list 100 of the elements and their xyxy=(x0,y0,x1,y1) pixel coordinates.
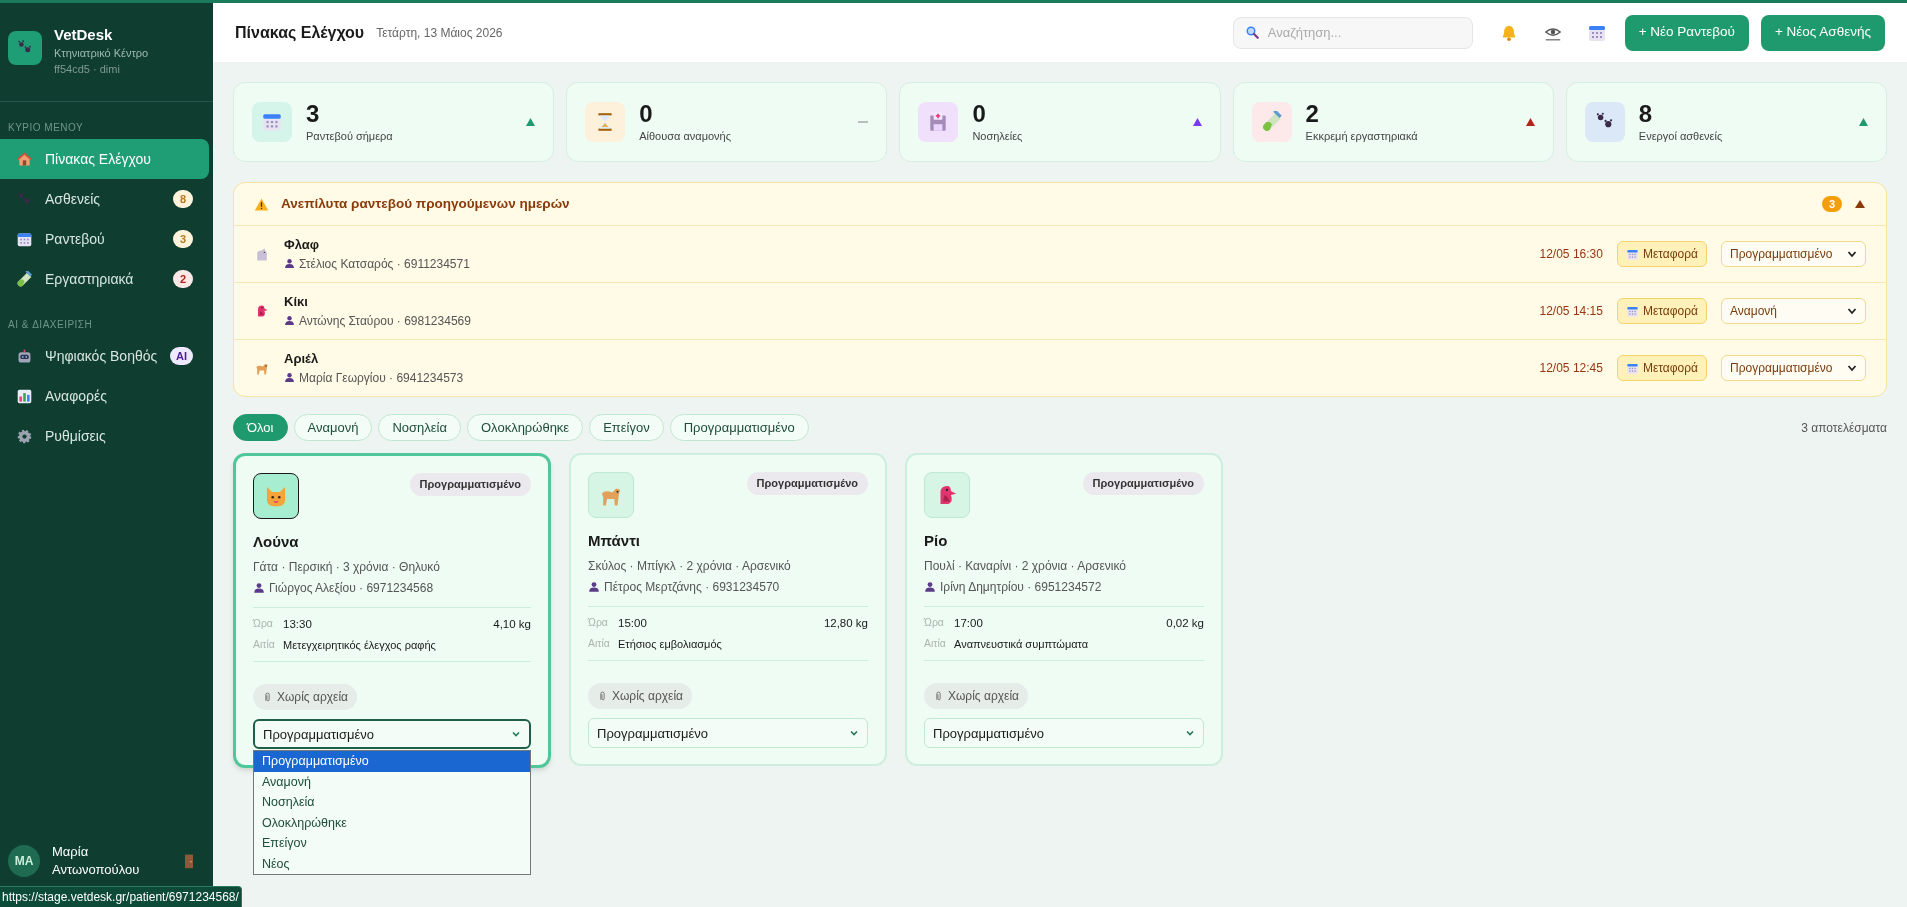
stat-label: Ραντεβού σήμερα xyxy=(306,128,394,144)
user-name: Μαρία Αντωνοπούλου xyxy=(52,843,141,879)
app-subtitle: Κτηνιατρικό Κέντρο xyxy=(54,46,149,61)
stat-value: 2 xyxy=(1305,99,1320,128)
filter-chip[interactable]: Νοσηλεία xyxy=(378,414,461,441)
status-select[interactable]: Προγραμματισμένο xyxy=(924,718,1204,749)
calendar-icon xyxy=(1625,304,1639,318)
dropdown-option[interactable]: Νοσηλεία xyxy=(254,792,530,813)
alert-title: Ανεπίλυτα ραντεβού προηγούμενων ημερών xyxy=(281,194,571,213)
filter-chip[interactable]: Αναμονή xyxy=(293,414,373,441)
calendar-icon xyxy=(1625,247,1639,261)
person-icon xyxy=(284,258,295,270)
date-text: Τετάρτη, 13 Μάιος 2026 xyxy=(376,24,503,42)
status-select[interactable]: Προγραμματισμένο xyxy=(1721,241,1866,267)
field-label: Ώρα xyxy=(253,616,274,632)
primary-button[interactable]: + Νέος Ασθενής xyxy=(1760,14,1885,51)
chevron-icon xyxy=(1847,306,1857,316)
search-field[interactable]: Αναζήτηση... xyxy=(1232,16,1473,49)
nav-item[interactable]: Ψηφιακός Βοηθός AI xyxy=(0,336,209,376)
patient-name: Ρίο xyxy=(924,531,949,551)
field-label: Αιτία xyxy=(588,636,611,652)
nav-item[interactable]: Εργαστηριακά 2 xyxy=(0,259,209,299)
count-badge: 8 xyxy=(173,190,193,208)
stat-value: 0 xyxy=(972,99,987,128)
files-chip: Χωρίς αρχεία xyxy=(924,683,1028,710)
status-url: https://stage.vetdesk.gr/patient/6971234568/ xyxy=(0,886,242,907)
filter-chip[interactable]: Προγραμματισμένο xyxy=(669,414,809,441)
field-label: Αιτία xyxy=(253,637,276,653)
build-info: ff54cd5 · dimi xyxy=(54,62,121,77)
status-select[interactable]: Προγραμματισμένο xyxy=(253,719,531,750)
nav-item[interactable]: Ραντεβού 3 xyxy=(0,219,209,259)
time-text: 12/05 16:30 xyxy=(1539,246,1603,263)
status-select[interactable]: Αναμονή xyxy=(1721,298,1866,324)
house-icon xyxy=(16,150,33,168)
collapse-button[interactable] xyxy=(1854,200,1866,208)
move-button[interactable]: Μεταφορά xyxy=(1616,298,1707,324)
reason-text: Ετήσιος εμβολιασμός xyxy=(618,636,723,652)
nav-item[interactable]: Αναφορές xyxy=(0,376,209,416)
filter-chip[interactable]: Επείγον xyxy=(589,414,664,441)
primary-button[interactable]: + Νέο Ραντεβού xyxy=(1624,14,1749,51)
move-button[interactable]: Μεταφορά xyxy=(1616,355,1707,381)
filter-chip[interactable]: Ολοκληρώθηκε xyxy=(467,414,584,441)
bar-chart-icon xyxy=(16,387,33,405)
files-chip: Χωρίς αρχεία xyxy=(588,683,692,710)
stat-label: Αίθουσα αναμονής xyxy=(639,128,733,144)
person-icon xyxy=(588,580,600,593)
stat-label: Εκκρεμή εργαστηριακά xyxy=(1305,128,1419,144)
time-text: 13:30 xyxy=(283,616,313,632)
section-title: AI & ΔΙΑΧΕΙΡΙΣΗ xyxy=(7,318,94,332)
user-avatar: MA xyxy=(8,845,40,877)
patient-details: Γάτα · Περσική · 3 χρόνια · Θηλυκό xyxy=(253,558,441,576)
page-title: Πίνακας Ελέγχου xyxy=(235,22,365,43)
paperclip-icon xyxy=(262,691,273,703)
owner-text: Πέτρος Μερτζάνης · 6931234570 xyxy=(604,578,780,596)
robot-icon xyxy=(16,347,33,365)
dropdown-option[interactable]: Προγραμματισμένο xyxy=(254,751,530,772)
time-text: 15:00 xyxy=(618,615,648,631)
stat-label: Ενεργοί ασθενείς xyxy=(1638,128,1724,144)
patient-details: Σκύλος · Μπίγκλ · 2 χρόνια · Αρσενικό xyxy=(588,557,792,575)
field-label: Αιτία xyxy=(924,636,947,652)
weight-text: 4,10 kg xyxy=(493,616,531,632)
stat-value: 8 xyxy=(1638,99,1654,128)
patient-name: Κίκι xyxy=(284,293,309,312)
status-badge: Προγραμματισμένο xyxy=(409,473,531,496)
count-badge: 2 xyxy=(173,270,193,288)
test-tube-icon xyxy=(16,270,33,288)
filter-chip[interactable]: Όλοι xyxy=(233,414,288,441)
owner-text: Γιώργος Αλεξίου · 6971234568 xyxy=(269,579,434,597)
status-badge: Προγραμματισμένο xyxy=(1082,472,1204,495)
settings-icon xyxy=(16,427,33,445)
status-select[interactable]: Προγραμματισμένο xyxy=(1721,355,1866,381)
move-button[interactable]: Μεταφορά xyxy=(1616,241,1707,267)
time-text: 12/05 12:45 xyxy=(1539,360,1603,377)
patient-name: Φλαφ xyxy=(284,236,321,255)
chevron-icon xyxy=(1847,363,1857,373)
dropdown-option[interactable]: Νέος xyxy=(254,853,530,875)
owner-text: Αντώνης Σταύρου · 6981234569 xyxy=(299,312,471,330)
calendar-icon xyxy=(261,111,283,133)
patient-name: Αριέλ xyxy=(284,350,320,369)
person-icon xyxy=(284,315,295,327)
nav-item[interactable]: Ρυθμίσεις xyxy=(0,416,209,456)
person-icon xyxy=(924,580,936,593)
field-label: Ώρα xyxy=(924,615,945,631)
dropdown-option[interactable]: Επείγον xyxy=(254,833,530,854)
status-badge: Προγραμματισμένο xyxy=(746,472,868,495)
status-select[interactable]: Προγραμματισμένο xyxy=(588,718,868,749)
patient-details: Πουλί · Καναρίνι · 2 χρόνια · Αρσενικό xyxy=(924,557,1127,575)
owner-text: Στέλιος Κατσαρός · 6911234571 xyxy=(299,255,470,273)
paperclip-icon xyxy=(933,690,944,702)
section-title: ΚΥΡΙΟ ΜΕΝΟΥ xyxy=(7,121,85,135)
dropdown-option[interactable]: Αναμονή xyxy=(254,771,530,793)
reason-text: Αναπνευστικά συμπτώματα xyxy=(954,636,1090,652)
chevron-icon xyxy=(1847,249,1857,259)
dropdown-option[interactable]: Ολοκληρώθηκε xyxy=(254,812,530,834)
field-label: Ώρα xyxy=(588,615,609,631)
nav-item[interactable]: Ασθενείς 8 xyxy=(0,179,209,219)
person-icon xyxy=(284,372,295,384)
stat-value: 0 xyxy=(639,99,654,128)
owner-text: Μαρία Γεωργίου · 6941234573 xyxy=(299,369,464,387)
paperclip-icon xyxy=(597,690,608,702)
